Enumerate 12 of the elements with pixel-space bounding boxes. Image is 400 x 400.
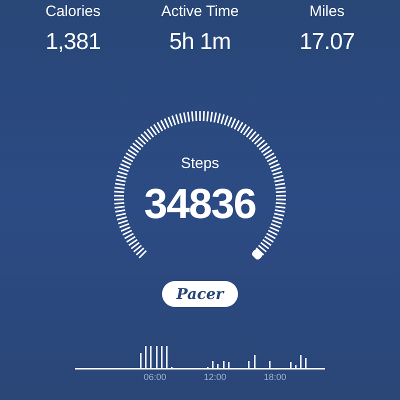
time-label: 18:00 [264, 372, 286, 383]
stat-label: Active Time [161, 3, 239, 21]
stat-label: Calories [45, 3, 101, 21]
gauge-label: Steps [180, 155, 220, 173]
stat-value: 17.07 [299, 27, 355, 55]
brand-logo: Pacer [162, 281, 238, 307]
step-count: 34836 [144, 181, 256, 227]
stat-value: 5h 1m [169, 27, 231, 55]
time-label: 12:00 [204, 372, 226, 383]
time-label: 06:00 [144, 372, 166, 383]
stat-label: Miles [309, 3, 344, 21]
stat-value: 1,381 [45, 27, 101, 55]
